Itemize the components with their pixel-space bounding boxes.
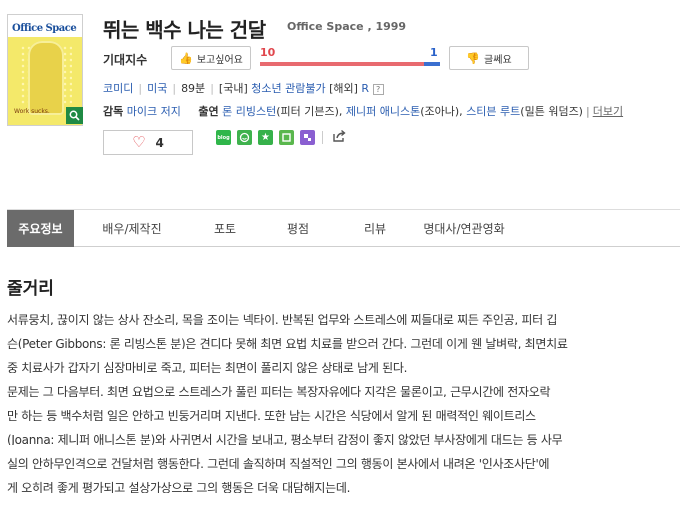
synopsis-line: (Joanna: 제니퍼 애니스톤 분)와 사귀면서 시간을 보내고, 평소부터… <box>7 433 563 445</box>
cast-link[interactable]: 제니퍼 애니스톤 <box>346 105 420 118</box>
tab-quotes-related[interactable]: 명대사/연관영화 <box>414 210 514 247</box>
synopsis-line: 게 오히려 좋게 평가되고 설상가상으로 그의 행동은 더욱 대담해지는데. <box>7 481 351 493</box>
cast-label: 출연 <box>198 105 219 118</box>
cast-role: (피터 기븐즈), <box>276 105 343 118</box>
zoom-button[interactable] <box>66 107 83 124</box>
credits-row: 감독 마이크 저지 출연 론 리빙스턴(피터 기븐즈), 제니퍼 애니스톤(조아… <box>103 105 624 118</box>
rating-intl[interactable]: R <box>361 82 369 95</box>
want-count: 10 <box>260 46 276 59</box>
thumbs-up-icon: 👍 <box>179 51 193 65</box>
share-bookmark-icon[interactable]: ★ <box>258 130 273 145</box>
cast-role: (조아나), <box>420 105 463 118</box>
synopsis-line: 슨(Peter Gibbons: 론 리빙스톤 분)은 견디다 못해 최면 요법… <box>7 337 568 349</box>
tab-review[interactable]: 리뷰 <box>336 210 414 247</box>
expectation-label: 기대지수 <box>103 53 148 67</box>
synopsis-title: 줄거리 <box>7 279 54 299</box>
expectation-bar-fill <box>260 62 424 66</box>
poster-tagline: Work sucks. <box>14 108 50 115</box>
share-divider <box>322 131 323 144</box>
square-icon <box>282 133 291 142</box>
poster-figure <box>28 41 64 115</box>
want-to-see-button[interactable]: 👍 보고싶어요 <box>171 46 251 70</box>
expectation-bar <box>260 62 440 66</box>
movie-info-row: 코미디 | 미국 | 89분 | [국내] 청소년 관람불가 [해외] R ? <box>103 80 384 96</box>
rating-intl-label: [해외] <box>329 82 358 95</box>
cast-role: (밀튼 워덤즈) <box>520 105 583 118</box>
share-cafe-icon[interactable] <box>279 130 294 145</box>
share-blog-icon[interactable]: blog <box>216 130 231 145</box>
director-link[interactable]: 마이크 저지 <box>127 105 181 118</box>
tab-cast-crew[interactable]: 배우/제작진 <box>74 210 190 247</box>
smile-icon <box>239 132 250 143</box>
synopsis-line: 서류뭉치, 끊이지 않는 상사 잔소리, 목을 조이는 넥타이. 반복된 업무와… <box>7 313 558 325</box>
rating-kr-label: [국내] <box>218 82 248 95</box>
tab-photo[interactable]: 포토 <box>190 210 260 247</box>
runtime: 89분 <box>181 82 206 95</box>
more-cast-link[interactable]: 더보기 <box>593 105 623 118</box>
nowant-count: 1 <box>430 46 438 59</box>
heart-icon: ♡ <box>132 133 146 151</box>
share-memo-icon[interactable] <box>300 130 315 145</box>
rating-kr[interactable]: 청소년 관람불가 <box>251 82 325 95</box>
not-sure-button[interactable]: 👎 글쎄요 <box>449 46 529 70</box>
poster-title: Office Space <box>12 23 77 34</box>
synopsis-line: 실의 안하무인격으로 건달처럼 행동한다. 그런데 솔직하며 직설적인 그의 행… <box>7 457 550 469</box>
thumbs-down-icon: 👎 <box>466 51 481 65</box>
cast-link[interactable]: 론 리빙스턴 <box>222 105 276 118</box>
synopsis-line: 중 치료사가 갑자기 심장마비로 죽고, 피터는 최면이 풀리지 않은 상태로 … <box>7 361 408 373</box>
like-count: 4 <box>155 135 164 150</box>
star-icon: ★ <box>261 132 270 143</box>
director-label: 감독 <box>103 105 124 118</box>
movie-title: 뛰는 백수 나는 건달 <box>103 18 266 42</box>
tab-main-info[interactable]: 주요정보 <box>7 210 74 247</box>
not-sure-label: 글쎄요 <box>484 54 512 66</box>
tab-rating[interactable]: 평점 <box>260 210 336 247</box>
memo-icon <box>304 134 311 141</box>
synopsis-line: 문제는 그 다음부터. 최면 요법으로 스트레스가 풀린 피터는 복장자유에다 … <box>7 385 551 397</box>
share-out-icon[interactable] <box>331 128 347 148</box>
share-arrow-icon <box>333 129 346 142</box>
like-button[interactable]: ♡ 4 <box>103 130 193 155</box>
original-title: Office Space , 1999 <box>287 20 407 33</box>
detail-tabs: 주요정보 배우/제작진 포토 평점 리뷰 명대사/연관영화 <box>7 209 680 247</box>
magnifier-icon <box>69 110 80 121</box>
genre-link[interactable]: 코미디 <box>103 82 133 95</box>
share-me2day-icon[interactable] <box>237 130 252 145</box>
cast-link[interactable]: 스티븐 루트 <box>466 105 520 118</box>
synopsis-line: 만 하는 등 백수처럼 일은 안하고 빈둥거리며 지낸다. 또한 남는 시간은 … <box>7 409 536 421</box>
rating-help-icon[interactable]: ? <box>372 83 384 95</box>
want-to-see-label: 보고싶어요 <box>196 54 243 66</box>
country-link[interactable]: 미국 <box>147 82 167 95</box>
